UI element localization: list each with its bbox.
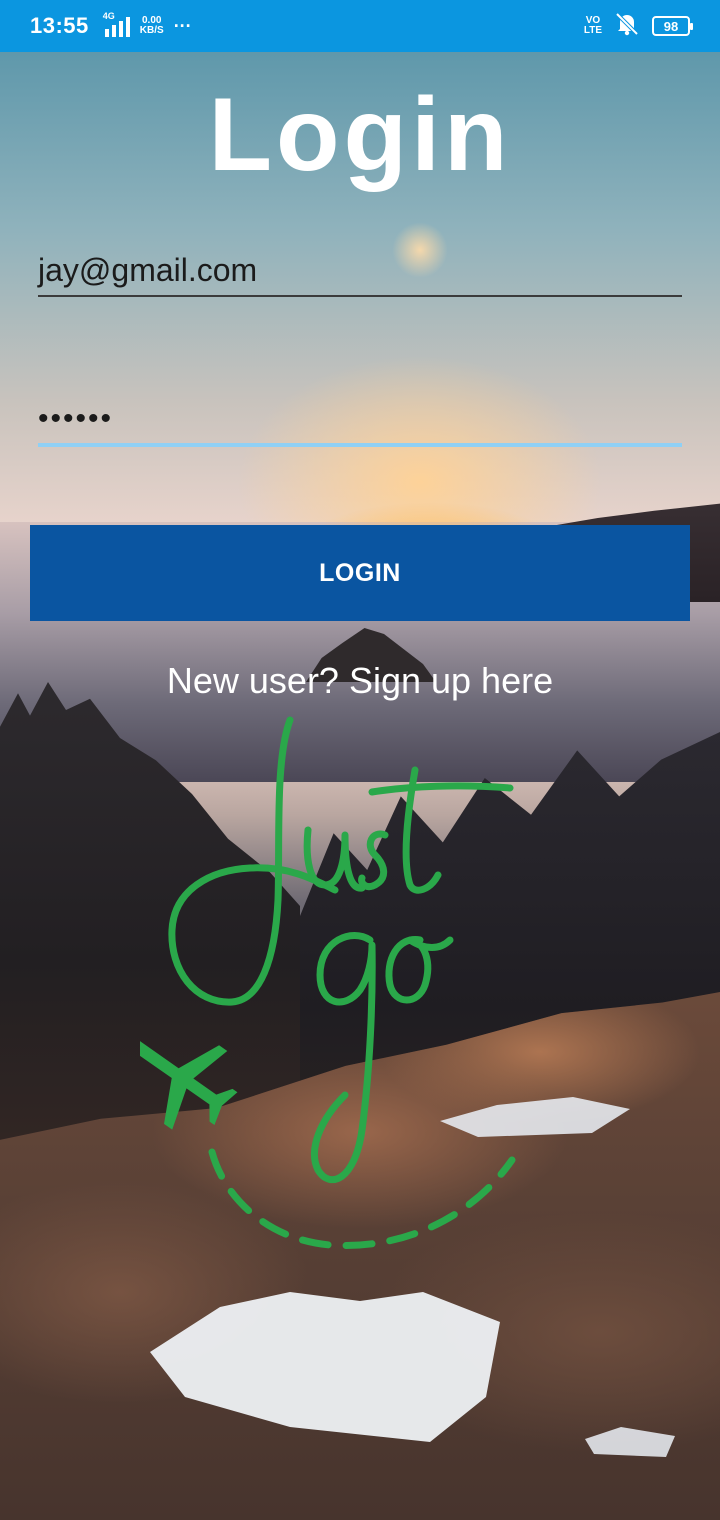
airplane-icon (140, 1040, 238, 1130)
status-bar: 13:55 4G 0.00 KB/S ··· VO LTE 98 (0, 0, 720, 52)
volte-bottom: LTE (583, 25, 602, 36)
mute-icon (614, 12, 640, 41)
network-speed-unit: KB/S (139, 25, 164, 36)
login-button[interactable]: LOGIN (30, 525, 690, 621)
status-time: 13:55 (30, 13, 89, 38)
signup-link[interactable]: New user? Sign up here (0, 660, 720, 702)
password-field[interactable]: •••••• (38, 395, 682, 447)
page-title: Login (208, 77, 512, 193)
battery-icon: 98 (652, 16, 693, 36)
signal-icon: 4G (103, 11, 130, 37)
network-type: 4G (102, 11, 115, 21)
email-field[interactable]: jay@gmail.com (38, 245, 682, 297)
password-value[interactable]: •••••• (38, 395, 682, 443)
email-underline (38, 295, 682, 297)
volte-icon: VO LTE (584, 16, 602, 36)
password-underline (38, 443, 682, 447)
logo-letter-g (311, 932, 376, 1183)
logo-letter-s (358, 830, 389, 891)
email-value[interactable]: jay@gmail.com (38, 245, 682, 295)
network-speed: 0.00 KB/S (140, 16, 164, 36)
battery-level: 98 (663, 18, 679, 34)
more-notifications-icon: ··· (173, 15, 192, 36)
just-go-logo (140, 716, 516, 1250)
logo-letter-o (385, 936, 454, 1004)
logo-letter-u (303, 826, 366, 892)
logo-orbit (208, 1148, 516, 1250)
